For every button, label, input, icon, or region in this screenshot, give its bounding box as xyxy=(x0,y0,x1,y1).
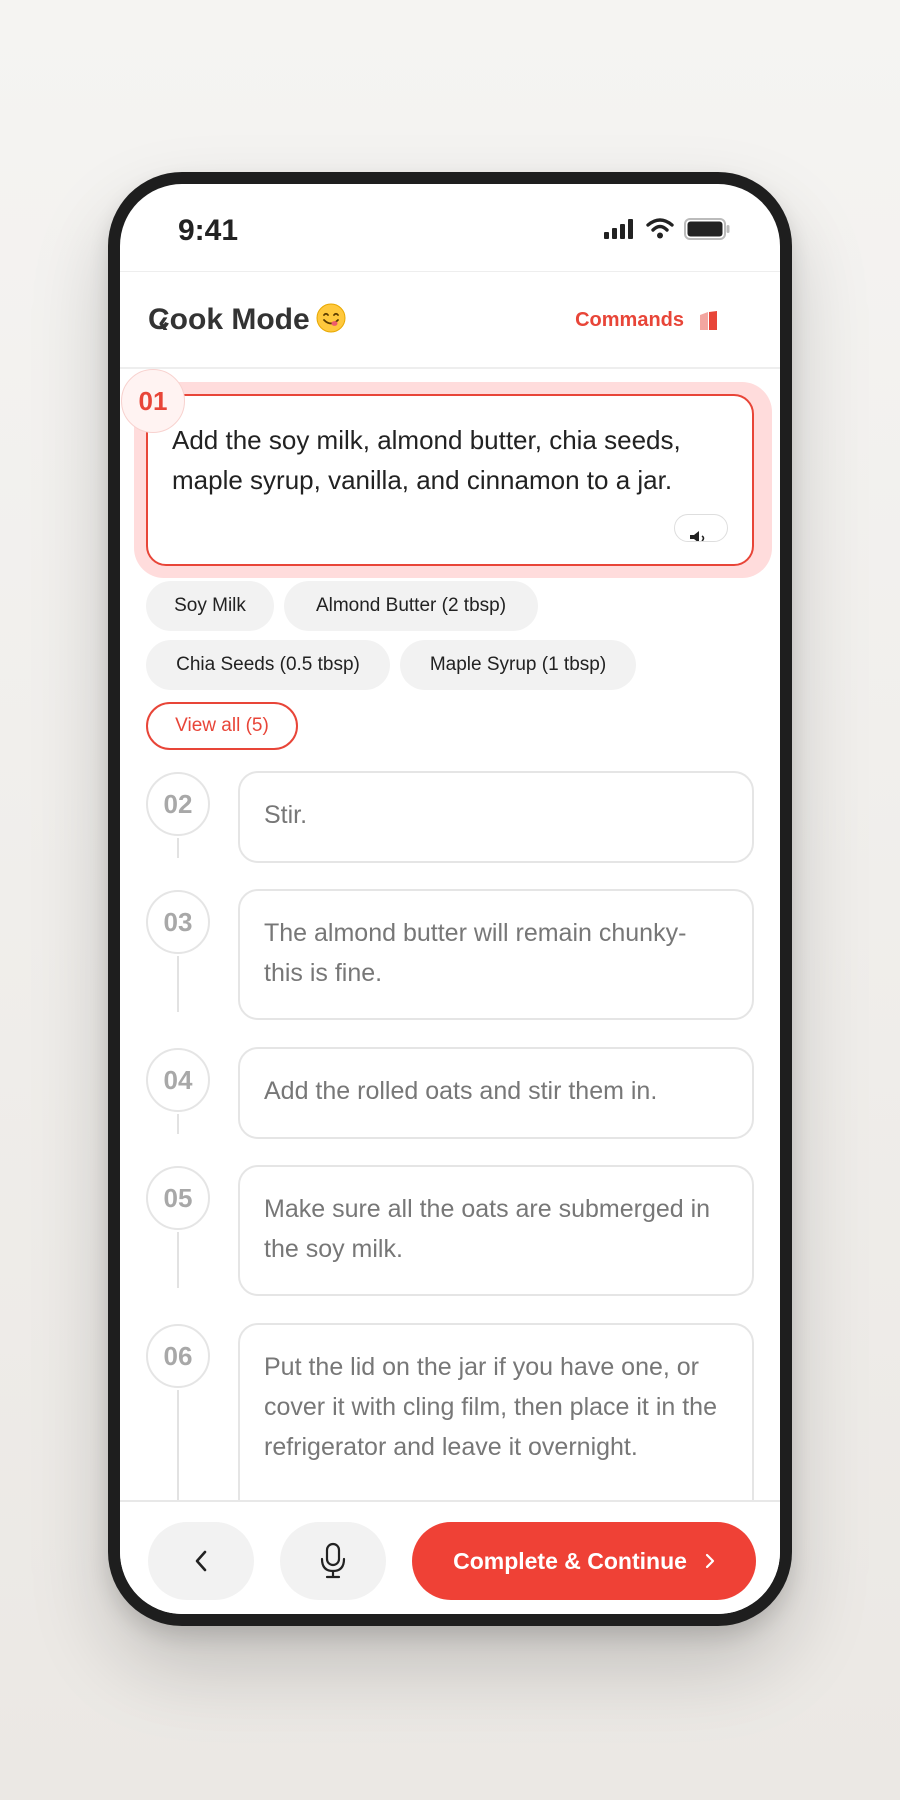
step-card[interactable]: Make sure all the oats are submerged in … xyxy=(238,1165,754,1296)
step-connector xyxy=(177,1114,179,1134)
header: Cook Mode ‹ Commands xyxy=(120,273,780,369)
step-card[interactable]: Stir. xyxy=(238,771,754,863)
back-chevron-icon[interactable]: ‹ xyxy=(158,303,169,340)
commands-label: Commands xyxy=(575,309,684,331)
status-bar: 9:41 xyxy=(120,184,780,272)
signal-icon xyxy=(604,219,633,239)
wifi-icon xyxy=(646,218,674,239)
active-step-text: Add the soy milk, almond butter, chia se… xyxy=(172,425,681,495)
step-card[interactable]: Add the rolled oats and stir them in. xyxy=(238,1047,754,1139)
screen: 9:41 Cook Mode ‹ Commands Add the soy mi… xyxy=(120,184,780,1614)
complete-continue-button[interactable]: Complete & Continue xyxy=(412,1522,756,1600)
step-connector xyxy=(177,1390,179,1510)
step-number: 02 xyxy=(146,772,210,836)
ingredient-chip[interactable]: Almond Butter (2 tbsp) xyxy=(284,581,538,631)
bottom-action-bar: Complete & Continue xyxy=(120,1500,780,1614)
voice-command-button[interactable] xyxy=(280,1522,386,1600)
chevron-left-icon xyxy=(195,1550,207,1572)
book-icon xyxy=(700,310,717,330)
microphone-icon xyxy=(320,1542,346,1579)
step-card[interactable]: The almond butter will remain chunky- th… xyxy=(238,889,754,1020)
speaker-icon xyxy=(690,531,705,541)
chevron-right-icon xyxy=(705,1553,715,1569)
step-connector xyxy=(177,956,179,1012)
active-step-card[interactable]: Add the soy milk, almond butter, chia se… xyxy=(146,394,754,566)
step-connector xyxy=(177,1232,179,1288)
ingredient-chip[interactable]: Maple Syrup (1 tbsp) xyxy=(400,640,636,690)
step-number: 06 xyxy=(146,1324,210,1388)
phone-frame: 9:41 Cook Mode ‹ Commands Add the soy mi… xyxy=(108,172,792,1626)
complete-continue-label: Complete & Continue xyxy=(453,1547,687,1574)
step-number: 03 xyxy=(146,890,210,954)
active-step-number: 01 xyxy=(121,369,185,433)
yum-emoji-icon xyxy=(316,303,346,333)
commands-button[interactable]: Commands xyxy=(575,309,720,332)
read-aloud-button[interactable] xyxy=(674,514,728,542)
ingredient-chip[interactable]: Soy Milk xyxy=(146,581,274,631)
step-connector xyxy=(177,838,179,858)
ingredient-chip[interactable]: Chia Seeds (0.5 tbsp) xyxy=(146,640,390,690)
previous-step-button[interactable] xyxy=(148,1522,254,1600)
step-number: 04 xyxy=(146,1048,210,1112)
page-title: Cook Mode xyxy=(148,303,310,336)
battery-icon xyxy=(684,218,730,240)
view-all-ingredients-button[interactable]: View all (5) xyxy=(146,702,298,750)
status-time: 9:41 xyxy=(178,214,239,247)
step-number: 05 xyxy=(146,1166,210,1230)
status-icons xyxy=(604,218,730,240)
